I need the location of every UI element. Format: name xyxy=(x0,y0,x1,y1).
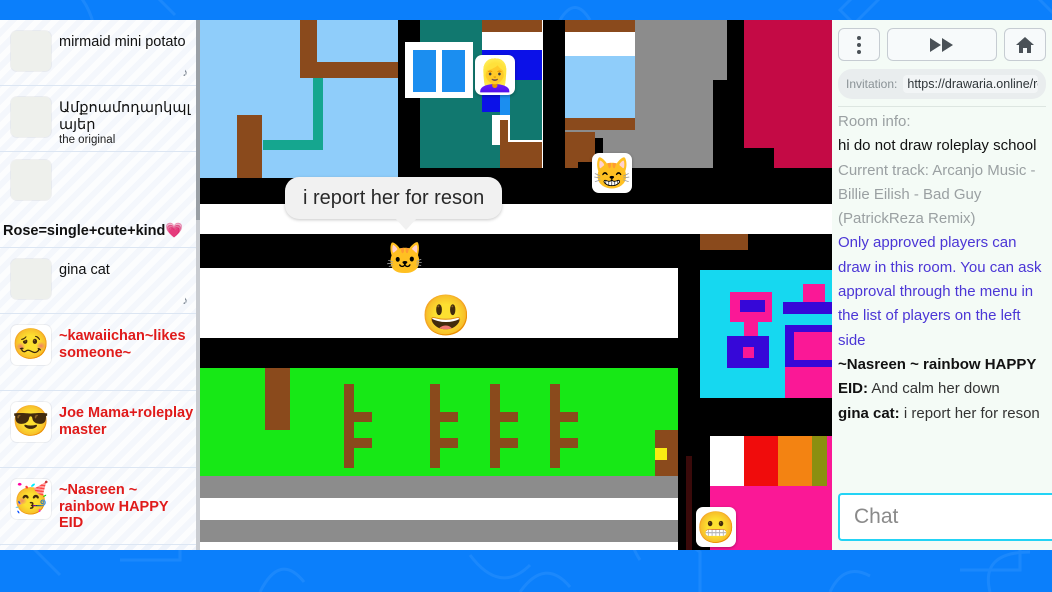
invitation-url[interactable]: https://drawaria.online/room xyxy=(903,75,1038,93)
speech-bubble: i report her for reson xyxy=(285,177,503,230)
fast-forward-icon xyxy=(930,37,953,52)
chat-message: gina cat: i report her for reson xyxy=(838,402,1046,426)
player-name: Rose=single+cute+kind💗 xyxy=(3,223,184,239)
music-note-icon: ♪ xyxy=(182,67,189,79)
chat-message: hi do not draw roleplay school xyxy=(838,137,1037,155)
invitation-label: Invitation: xyxy=(846,77,898,91)
player-name: ~Nasreen ~ rainbow HAPPY EID xyxy=(59,482,169,532)
player-name: gina cat xyxy=(59,262,110,278)
chat-panel: Invitation: https://drawaria.online/room… xyxy=(832,20,1052,550)
player-avatar xyxy=(11,31,51,71)
player-list-item[interactable]: 😎 Joe Mama+roleplay master xyxy=(0,391,200,468)
chat-message: Only approved players can draw in this r… xyxy=(838,234,1042,349)
player-name-text: Ամքոամոդարկպլայեր xyxy=(59,100,191,133)
app-window: mirmaid mini potato ♪ Ամքոամոդարկպլայեր … xyxy=(0,20,1052,550)
home-icon xyxy=(1016,36,1034,53)
player-avatar: 🥳 xyxy=(11,479,51,519)
player-token-grinning[interactable]: 😃 xyxy=(421,292,471,340)
player-list-item[interactable]: Rose=single+cute+kind💗 xyxy=(0,152,200,248)
player-avatar xyxy=(11,259,51,299)
chat-message: ~Nasreen ~ rainbow HAPPY EID: And calm h… xyxy=(838,353,1046,402)
chat-message-author: gina cat: xyxy=(838,404,900,422)
player-list-item[interactable]: 🥴 ~kawaiichan~likes someone~ xyxy=(0,314,200,391)
player-list-item[interactable]: Ամքոամոդարկպլայեր the original xyxy=(0,86,200,152)
player-token-cool-cat[interactable]: 😸 xyxy=(592,153,632,193)
chat-toolbar xyxy=(838,28,1046,61)
player-avatar xyxy=(11,97,51,137)
player-list-item[interactable]: gina cat ♪ xyxy=(0,248,200,314)
chat-message-body: i report her for reson xyxy=(903,404,1040,422)
menu-button[interactable] xyxy=(838,28,880,61)
player-avatar: 🥴 xyxy=(11,325,51,365)
player-name: mirmaid mini potato xyxy=(59,34,186,50)
player-avatar xyxy=(11,160,51,200)
skip-button[interactable] xyxy=(887,28,997,61)
chat-message: Current track: Arcanjo Music - Billie Ei… xyxy=(838,161,1036,228)
players-list[interactable]: mirmaid mini potato ♪ Ամքոամոդարկպլայեր … xyxy=(0,20,200,550)
player-token-blonde-girl[interactable]: 😬 xyxy=(696,507,736,547)
chat-input-row: ★ xyxy=(838,493,1052,541)
home-button[interactable] xyxy=(1004,28,1046,61)
invitation-bar[interactable]: Invitation: https://drawaria.online/room xyxy=(838,69,1046,99)
chat-message: Room info: xyxy=(838,113,911,130)
chat-messages[interactable]: Room info: hi do not draw roleplay schoo… xyxy=(838,106,1046,487)
player-list-item[interactable]: 🥳 ~Nasreen ~ rainbow HAPPY EID xyxy=(0,468,200,545)
chat-input[interactable] xyxy=(838,493,1052,541)
player-name: Ամքոամոդարկպլայեր the original xyxy=(59,92,194,148)
chat-message-body: And calm her down xyxy=(871,380,1000,398)
kebab-menu-icon xyxy=(857,35,861,54)
player-token-blonde-glasses[interactable]: 👱‍♀️ xyxy=(475,55,515,95)
player-avatar: 😎 xyxy=(11,402,51,442)
player-list-item[interactable]: mirmaid mini potato ♪ xyxy=(0,20,200,86)
music-note-icon: ♪ xyxy=(182,295,189,307)
player-name: ~kawaiichan~likes someone~ xyxy=(59,328,186,361)
player-name: Joe Mama+roleplay master xyxy=(59,405,194,438)
speech-bubble-text: i report her for reson xyxy=(303,187,485,209)
player-subtitle: the original xyxy=(59,134,116,147)
canvas-artwork xyxy=(200,20,832,550)
player-token-cat-face[interactable]: 🐱 xyxy=(385,238,425,278)
drawing-canvas[interactable]: 👱‍♀️ 😸 🐱 😃 😬 i report her for reson xyxy=(200,20,832,550)
